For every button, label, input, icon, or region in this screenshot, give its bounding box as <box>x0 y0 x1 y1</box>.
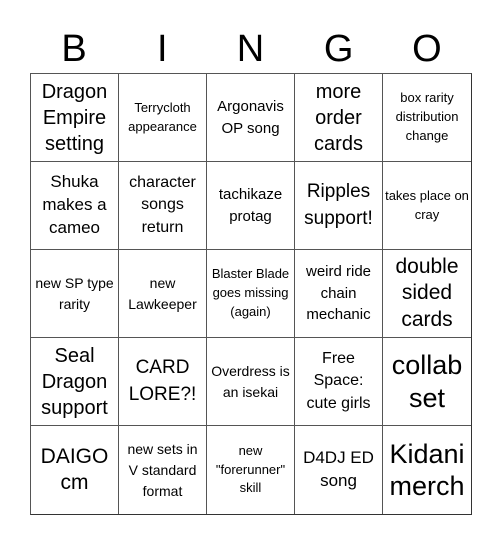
bingo-grid: Dragon Empire setting Terrycloth appeara… <box>30 73 472 515</box>
bingo-cell[interactable]: new sets in V standard format <box>119 426 207 514</box>
header-letter-n: N <box>236 28 265 70</box>
bingo-cell[interactable]: character songs return <box>119 162 207 250</box>
bingo-cell[interactable]: new Lawkeeper <box>119 250 207 338</box>
bingo-cell[interactable]: Free Space: cute girls <box>295 338 383 426</box>
bingo-cell[interactable]: takes place on cray <box>383 162 471 250</box>
header-letter-i: I <box>157 28 168 70</box>
bingo-cell[interactable]: Shuka makes a cameo <box>31 162 119 250</box>
bingo-cell[interactable]: CARD LORE?! <box>119 338 207 426</box>
bingo-cell[interactable]: new "forerunner" skill <box>207 426 295 514</box>
bingo-cell[interactable]: box rarity distribution change <box>383 74 471 162</box>
bingo-cell[interactable]: new SP type rarity <box>31 250 119 338</box>
bingo-header: B I N G O <box>30 24 471 74</box>
header-letter-o: O <box>412 28 442 70</box>
bingo-cell[interactable]: Argonavis OP song <box>207 74 295 162</box>
bingo-cell[interactable]: D4DJ ED song <box>295 426 383 514</box>
header-letter-g: G <box>323 28 354 70</box>
bingo-cell[interactable]: tachikaze protag <box>207 162 295 250</box>
bingo-cell[interactable]: more order cards <box>295 74 383 162</box>
bingo-cell[interactable]: Seal Dragon support <box>31 338 119 426</box>
bingo-cell[interactable]: Kidani merch <box>383 426 471 514</box>
header-letter-b: B <box>61 28 87 70</box>
bingo-cell[interactable]: Ripples support! <box>295 162 383 250</box>
bingo-cell[interactable]: DAIGO cm <box>31 426 119 514</box>
bingo-cell[interactable]: collab set <box>383 338 471 426</box>
bingo-cell[interactable]: double sided cards <box>383 250 471 338</box>
bingo-cell[interactable]: weird ride chain mechanic <box>295 250 383 338</box>
bingo-cell[interactable]: Dragon Empire setting <box>31 74 119 162</box>
bingo-cell[interactable]: Terrycloth appearance <box>119 74 207 162</box>
bingo-cell[interactable]: Overdress is an isekai <box>207 338 295 426</box>
bingo-cell[interactable]: Blaster Blade goes missing (again) <box>207 250 295 338</box>
